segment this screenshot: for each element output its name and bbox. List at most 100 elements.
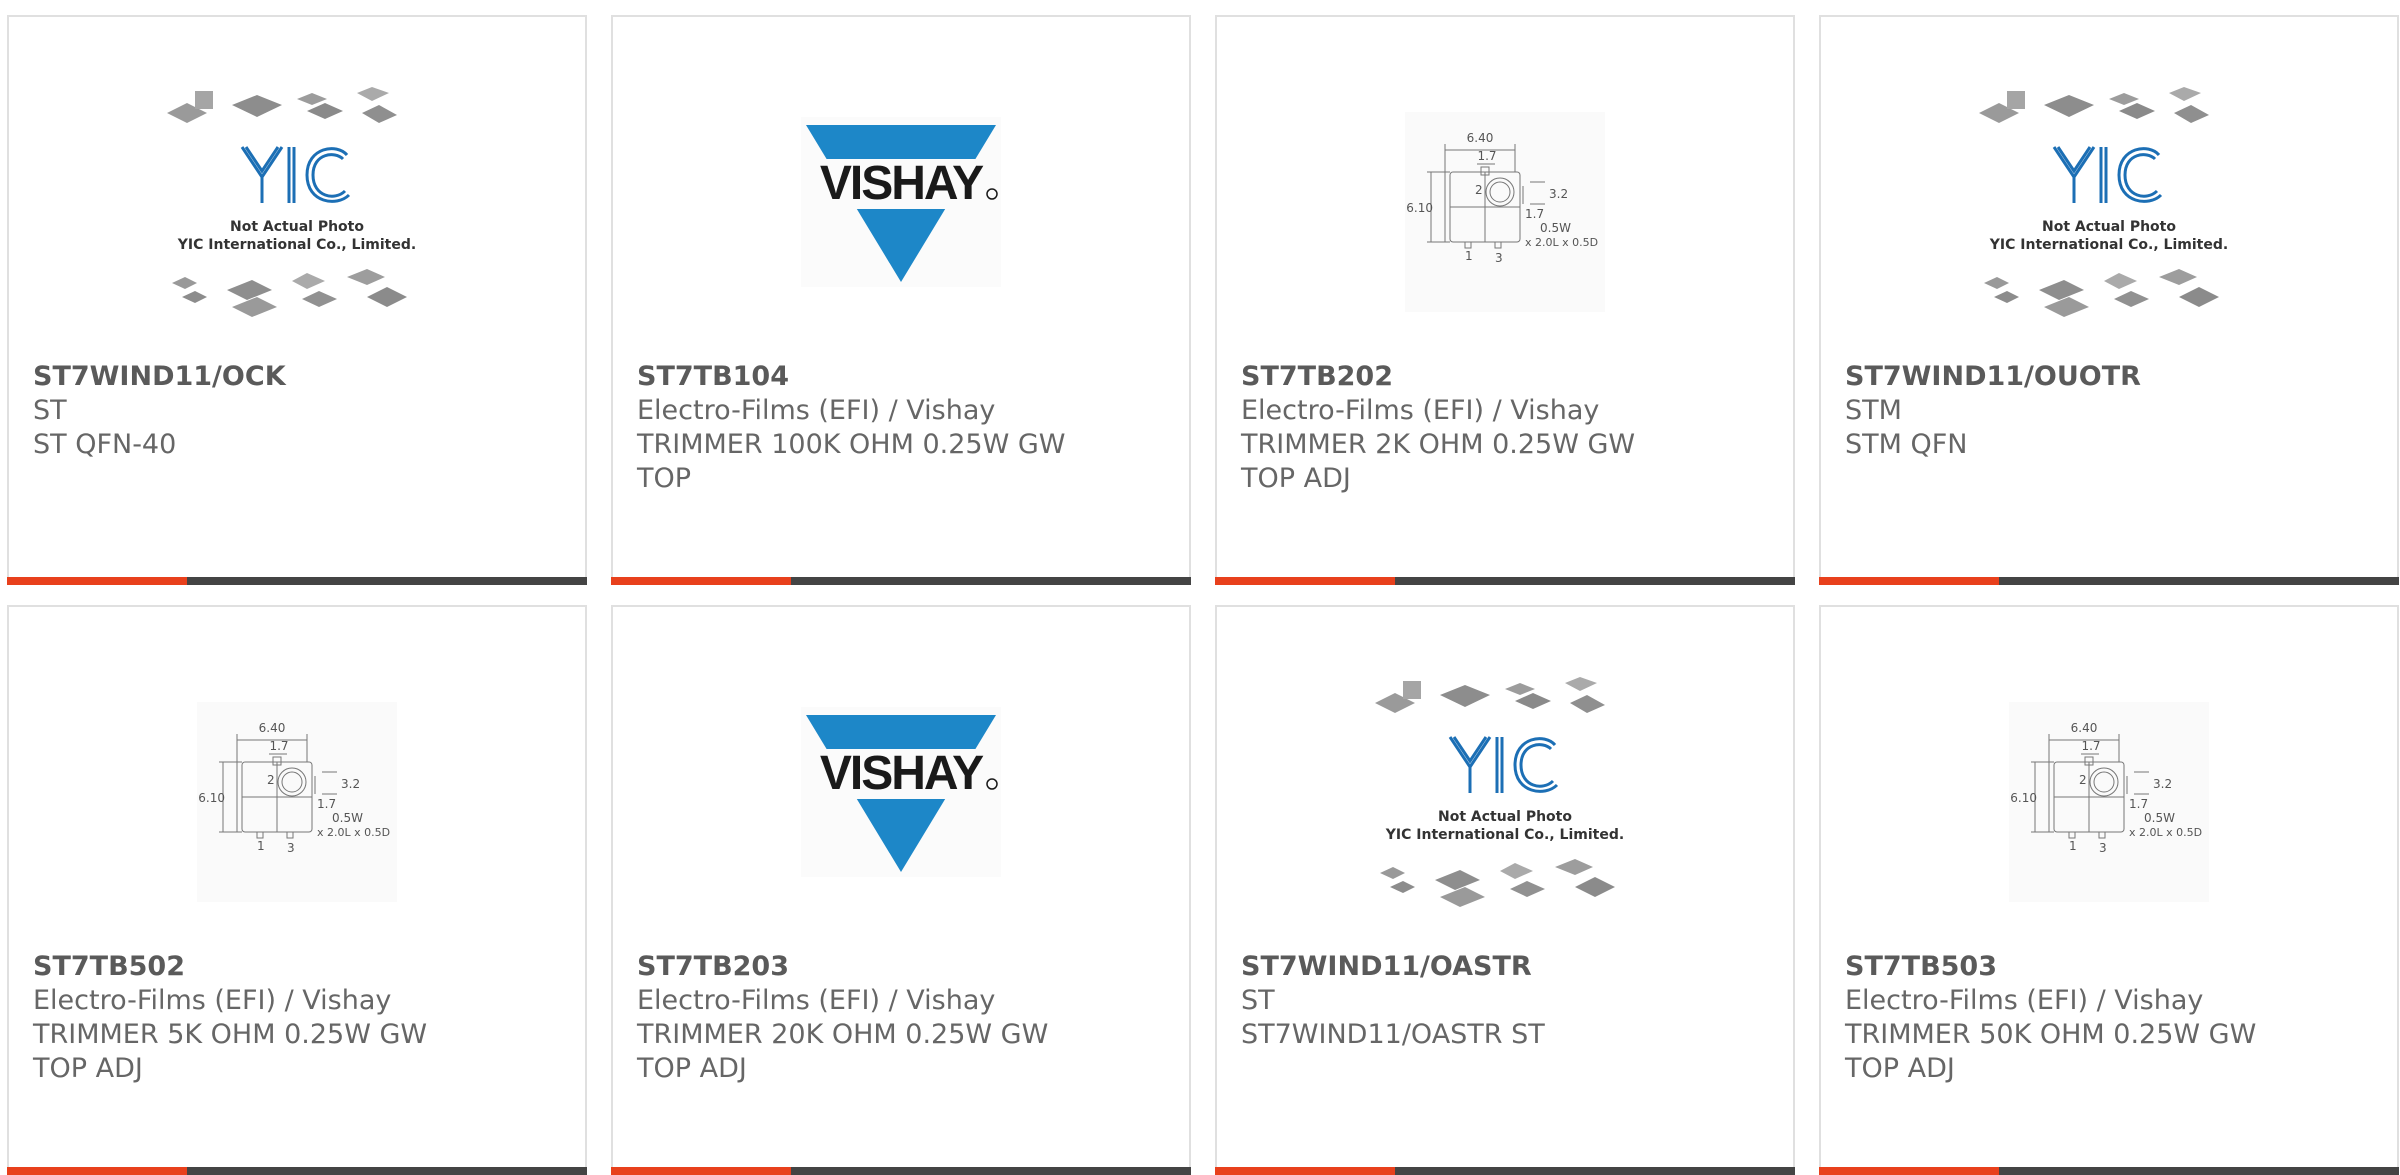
description-line2: TOP ADJ (1845, 1053, 1955, 1084)
svg-text:x 2.0L x 0.5D: x 2.0L x 0.5D (2129, 826, 2202, 839)
svg-text:1.7: 1.7 (1525, 207, 1544, 221)
card-accent-fill (7, 577, 187, 585)
card-accent-fill (611, 577, 791, 585)
description: TRIMMER 50K OHM 0.25W GW (1845, 1019, 2257, 1050)
svg-text:3: 3 (1495, 251, 1503, 265)
product-card[interactable]: Not Actual Photo YIC International Co., … (1215, 605, 1795, 1175)
svg-text:3.2: 3.2 (341, 777, 360, 791)
svg-text:6.10: 6.10 (198, 791, 225, 805)
card-accent-fill (7, 1167, 187, 1175)
card-accent-bar (1819, 1167, 2399, 1175)
svg-text:3.2: 3.2 (2153, 777, 2172, 791)
description: TRIMMER 100K OHM 0.25W GW (637, 429, 1066, 460)
description: STM QFN (1845, 429, 1968, 460)
manufacturer: Electro-Films (EFI) / Vishay (33, 985, 392, 1016)
svg-text:x 2.0L x 0.5D: x 2.0L x 0.5D (1525, 236, 1598, 249)
description: TRIMMER 5K OHM 0.25W GW (33, 1019, 428, 1050)
svg-text:Not Actual Photo: Not Actual Photo (230, 219, 364, 235)
product-image[interactable]: Not Actual Photo YIC International Co., … (1217, 677, 1793, 957)
card-accent-bar (1819, 577, 2399, 585)
svg-text:YIC International Co., Limited: YIC International Co., Limited. (1989, 237, 2228, 253)
svg-text:3: 3 (2099, 841, 2107, 855)
card-accent-fill (1215, 1167, 1395, 1175)
svg-text:1.7: 1.7 (1477, 149, 1496, 163)
svg-text:1.7: 1.7 (317, 797, 336, 811)
card-accent-bar (611, 1167, 1191, 1175)
vishay-logo-icon: VISHAY (801, 117, 1001, 287)
yic-not-actual-photo-icon: Not Actual Photo YIC International Co., … (157, 85, 437, 335)
card-accent-fill (611, 1167, 791, 1175)
description: ST QFN-40 (33, 429, 177, 460)
svg-text:2: 2 (2079, 773, 2087, 787)
svg-text:YIC International Co., Limited: YIC International Co., Limited. (1385, 827, 1624, 843)
product-card[interactable]: VISHAY ST7TB104 Electro-Films (EFI) / Vis… (611, 15, 1191, 585)
product-image[interactable]: VISHAY (613, 677, 1189, 957)
yic-not-actual-photo-icon: Not Actual Photo YIC International Co., … (1969, 85, 2249, 335)
part-number[interactable]: ST7TB104 (637, 360, 1169, 394)
description-line2: TOP (637, 463, 692, 494)
product-image[interactable]: VISHAY (613, 87, 1189, 367)
product-info: ST7TB202 Electro-Films (EFI) / Vishay TRIM… (1241, 360, 1773, 496)
card-accent-bar (1215, 577, 1795, 585)
manufacturer: STM (1845, 395, 1902, 426)
part-number[interactable]: ST7TB202 (1241, 360, 1773, 394)
svg-text:YIC International Co., Limited: YIC International Co., Limited. (177, 237, 416, 253)
product-image[interactable]: 6.40 1.7 6.10 3.2 1.7 0.5W x 2.0L x 0.5D… (1217, 87, 1793, 367)
svg-text:1: 1 (1465, 249, 1473, 263)
product-info: ST7TB503 Electro-Films (EFI) / Vishay TRIM… (1845, 950, 2377, 1086)
part-number[interactable]: ST7TB502 (33, 950, 565, 984)
card-accent-bar (7, 577, 587, 585)
svg-text:6.10: 6.10 (2010, 791, 2037, 805)
product-card[interactable]: Not Actual Photo YIC International Co., … (1819, 15, 2399, 585)
svg-text:0.5W: 0.5W (2144, 811, 2175, 825)
description-line2: TOP ADJ (33, 1053, 143, 1084)
product-card[interactable]: VISHAY ST7TB203 Electro-Films (EFI) / Vis… (611, 605, 1191, 1175)
manufacturer: Electro-Films (EFI) / Vishay (1241, 395, 1600, 426)
trimmer-drawing-icon: 6.40 1.7 6.10 3.2 1.7 0.5W x 2.0L x 0.5D… (197, 702, 397, 902)
product-info: ST7WIND11/OCK ST ST QFN-40 (33, 360, 565, 462)
svg-text:Not Actual Photo: Not Actual Photo (2042, 219, 2176, 235)
product-info: ST7TB502 Electro-Films (EFI) / Vishay TRIM… (33, 950, 565, 1086)
card-accent-bar (611, 577, 1191, 585)
svg-text:1.7: 1.7 (2129, 797, 2148, 811)
card-accent-fill (1819, 577, 1999, 585)
part-number[interactable]: ST7WIND11/OUOTR (1845, 360, 2377, 394)
svg-text:3.2: 3.2 (1549, 187, 1568, 201)
vishay-logo-icon: VISHAY (801, 707, 1001, 877)
svg-text:0.5W: 0.5W (332, 811, 363, 825)
product-info: ST7WIND11/OUOTR STM STM QFN (1845, 360, 2377, 462)
svg-text:1: 1 (257, 839, 265, 853)
manufacturer: ST (33, 395, 67, 426)
svg-text:VISHAY: VISHAY (820, 157, 984, 210)
product-card[interactable]: 6.40 1.7 6.10 3.2 1.7 0.5W x 2.0L x 0.5D… (1819, 605, 2399, 1175)
product-card[interactable]: 6.40 1.7 6.10 3.2 1.7 0.5W x 2.0L x 0.5D… (7, 605, 587, 1175)
part-number[interactable]: ST7TB503 (1845, 950, 2377, 984)
part-number[interactable]: ST7WIND11/OASTR (1241, 950, 1773, 984)
svg-text:6.40: 6.40 (1467, 131, 1494, 145)
product-image[interactable]: 6.40 1.7 6.10 3.2 1.7 0.5W x 2.0L x 0.5D… (1821, 677, 2397, 957)
part-number[interactable]: ST7WIND11/OCK (33, 360, 565, 394)
svg-text:0.5W: 0.5W (1540, 221, 1571, 235)
part-number[interactable]: ST7TB203 (637, 950, 1169, 984)
card-accent-bar (7, 1167, 587, 1175)
manufacturer: Electro-Films (EFI) / Vishay (637, 395, 996, 426)
product-card[interactable]: 6.40 1.7 6.10 3.2 1.7 0.5W x 2.0L x 0.5D… (1215, 15, 1795, 585)
svg-text:1: 1 (2069, 839, 2077, 853)
description-line2: TOP ADJ (637, 1053, 747, 1084)
svg-text:1.7: 1.7 (269, 739, 288, 753)
yic-not-actual-photo-icon: Not Actual Photo YIC International Co., … (1365, 675, 1645, 925)
svg-text:3: 3 (287, 841, 295, 855)
svg-text:2: 2 (1475, 183, 1483, 197)
card-accent-fill (1215, 577, 1395, 585)
description-line2: TOP ADJ (1241, 463, 1351, 494)
product-card[interactable]: Not Actual Photo YIC International Co., … (7, 15, 587, 585)
product-image[interactable]: Not Actual Photo YIC International Co., … (1821, 87, 2397, 367)
product-info: ST7TB203 Electro-Films (EFI) / Vishay TRIM… (637, 950, 1169, 1086)
product-image[interactable]: Not Actual Photo YIC International Co., … (9, 87, 585, 367)
product-image[interactable]: 6.40 1.7 6.10 3.2 1.7 0.5W x 2.0L x 0.5D… (9, 677, 585, 957)
product-info: ST7WIND11/OASTR ST ST7WIND11/OASTR ST (1241, 950, 1773, 1052)
svg-text:6.40: 6.40 (2071, 721, 2098, 735)
manufacturer: Electro-Films (EFI) / Vishay (637, 985, 996, 1016)
trimmer-drawing-icon: 6.40 1.7 6.10 3.2 1.7 0.5W x 2.0L x 0.5D… (1405, 112, 1605, 312)
svg-text:6.40: 6.40 (259, 721, 286, 735)
